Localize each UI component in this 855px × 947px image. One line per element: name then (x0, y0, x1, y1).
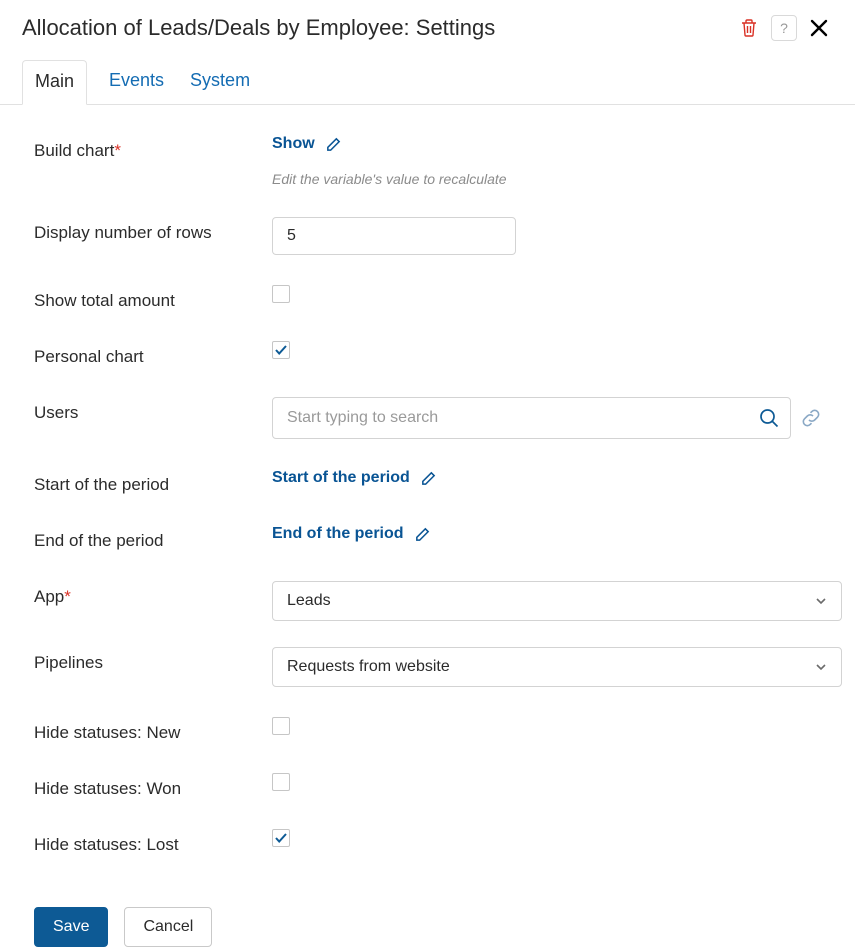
label-hide-new: Hide statuses: New (34, 717, 272, 743)
label-personal-chart: Personal chart (34, 341, 272, 367)
display-rows-input[interactable] (272, 217, 516, 255)
field-end-period: End of the period End of the period (34, 525, 821, 551)
pencil-icon (420, 470, 437, 487)
edit-end-period[interactable] (414, 526, 431, 543)
hide-new-checkbox[interactable] (272, 717, 290, 735)
edit-build-chart[interactable] (325, 136, 342, 153)
app-select-value: Leads (287, 592, 331, 610)
pipelines-select-value: Requests from website (287, 658, 450, 676)
field-hide-new: Hide statuses: New (34, 717, 821, 743)
users-search-box (272, 397, 791, 439)
field-show-total: Show total amount (34, 285, 821, 311)
label-build-chart: Build chart* (34, 135, 272, 161)
footer: Save Cancel (0, 907, 855, 947)
help-button[interactable]: ? (771, 15, 797, 41)
field-users: Users (34, 397, 821, 439)
page-title: Allocation of Leads/Deals by Employee: S… (22, 15, 495, 41)
label-display-rows: Display number of rows (34, 217, 272, 243)
end-period-value[interactable]: End of the period (272, 525, 404, 543)
field-pipelines: Pipelines Requests from website (34, 647, 821, 687)
question-icon: ? (780, 20, 788, 36)
tab-main[interactable]: Main (22, 60, 87, 105)
tab-system[interactable]: System (186, 60, 254, 104)
trash-icon (740, 18, 758, 38)
app-select[interactable]: Leads (272, 581, 842, 621)
save-button[interactable]: Save (34, 907, 108, 947)
users-search-input[interactable] (287, 409, 750, 427)
modal-header: Allocation of Leads/Deals by Employee: S… (0, 0, 855, 42)
personal-chart-checkbox[interactable] (272, 341, 290, 359)
hide-lost-checkbox[interactable] (272, 829, 290, 847)
link-icon (801, 408, 821, 428)
label-hide-lost: Hide statuses: Lost (34, 829, 272, 855)
settings-modal: Allocation of Leads/Deals by Employee: S… (0, 0, 855, 874)
delete-button[interactable] (735, 14, 763, 42)
label-app: App* (34, 581, 272, 607)
label-start-period: Start of the period (34, 469, 272, 495)
required-marker: * (114, 141, 121, 160)
label-end-period: End of the period (34, 525, 272, 551)
check-icon (274, 343, 288, 357)
field-start-period: Start of the period Start of the period (34, 469, 821, 495)
chevron-down-icon (815, 661, 827, 673)
field-personal-chart: Personal chart (34, 341, 821, 367)
show-total-checkbox[interactable] (272, 285, 290, 303)
label-users: Users (34, 397, 272, 423)
field-app: App* Leads (34, 581, 821, 621)
field-hide-won: Hide statuses: Won (34, 773, 821, 799)
build-chart-hint: Edit the variable's value to recalculate (272, 171, 507, 187)
check-icon (274, 831, 288, 845)
label-hide-won: Hide statuses: Won (34, 773, 272, 799)
pencil-icon (414, 526, 431, 543)
form: Build chart* Show Edit the variable's va… (0, 105, 855, 901)
search-icon (758, 407, 780, 429)
pipelines-select[interactable]: Requests from website (272, 647, 842, 687)
required-marker: * (64, 587, 71, 606)
chevron-down-icon (815, 595, 827, 607)
close-icon (809, 18, 829, 38)
users-link-button[interactable] (801, 408, 821, 428)
label-pipelines: Pipelines (34, 647, 272, 673)
tabs: Main Events System (0, 50, 855, 105)
label-show-total: Show total amount (34, 285, 272, 311)
edit-start-period[interactable] (420, 470, 437, 487)
field-build-chart: Build chart* Show Edit the variable's va… (34, 135, 821, 187)
field-display-rows: Display number of rows (34, 217, 821, 255)
header-actions: ? (735, 14, 833, 42)
start-period-value[interactable]: Start of the period (272, 469, 410, 487)
build-chart-value[interactable]: Show (272, 135, 315, 153)
tab-events[interactable]: Events (105, 60, 168, 104)
close-button[interactable] (805, 14, 833, 42)
pencil-icon (325, 136, 342, 153)
cancel-button[interactable]: Cancel (124, 907, 212, 947)
field-hide-lost: Hide statuses: Lost (34, 829, 821, 855)
hide-won-checkbox[interactable] (272, 773, 290, 791)
users-search-button[interactable] (758, 407, 780, 429)
